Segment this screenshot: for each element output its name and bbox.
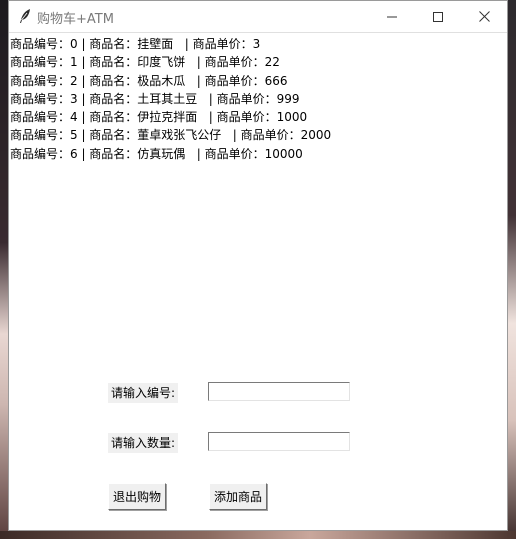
minimize-icon bbox=[387, 7, 397, 26]
maximize-icon bbox=[433, 7, 443, 26]
window-title: 购物车+ATM bbox=[37, 12, 114, 27]
desktop-wallpaper-left bbox=[0, 0, 8, 539]
product-id-input[interactable] bbox=[208, 382, 350, 401]
list-item: 商品编号：1 | 商品名：印度飞饼 | 商品单价：22 bbox=[10, 55, 280, 70]
title-bar[interactable]: 购物车+ATM bbox=[9, 1, 507, 33]
product-id-label: 请输入编号: bbox=[108, 383, 179, 403]
maximize-button[interactable] bbox=[415, 1, 461, 32]
list-item: 商品编号：2 | 商品名：极品木瓜 | 商品单价：666 bbox=[10, 73, 288, 88]
app-window: 购物车+ATM 商品编号：0 | 商品名：挂壁面 | 商品单价：3 商品编号：1… bbox=[8, 0, 508, 531]
close-button[interactable] bbox=[461, 1, 507, 32]
desktop-wallpaper-bottom bbox=[0, 531, 516, 539]
minimize-button[interactable] bbox=[369, 1, 415, 32]
product-list: 商品编号：0 | 商品名：挂壁面 | 商品单价：3 商品编号：1 | 商品名：印… bbox=[10, 35, 331, 163]
list-item: 商品编号：3 | 商品名：土耳其土豆 | 商品单价：999 bbox=[10, 91, 300, 106]
add-product-button[interactable]: 添加商品 bbox=[209, 483, 267, 510]
list-item: 商品编号：0 | 商品名：挂壁面 | 商品单价：3 bbox=[10, 37, 261, 51]
desktop-wallpaper-right bbox=[508, 0, 516, 539]
list-item: 商品编号：4 | 商品名：伊拉克拌面 | 商品单价：1000 bbox=[10, 110, 308, 125]
quantity-label: 请输入数量: bbox=[108, 433, 179, 453]
list-item: 商品编号：6 | 商品名：仿真玩偶 | 商品单价：10000 bbox=[10, 146, 303, 161]
list-item: 商品编号：5 | 商品名：董卓戏张飞公仔 | 商品单价：2000 bbox=[10, 128, 332, 143]
quantity-input[interactable] bbox=[208, 432, 350, 451]
exit-shopping-button[interactable]: 退出购物 bbox=[108, 483, 166, 510]
feather-icon bbox=[17, 8, 33, 24]
close-icon bbox=[478, 7, 490, 26]
